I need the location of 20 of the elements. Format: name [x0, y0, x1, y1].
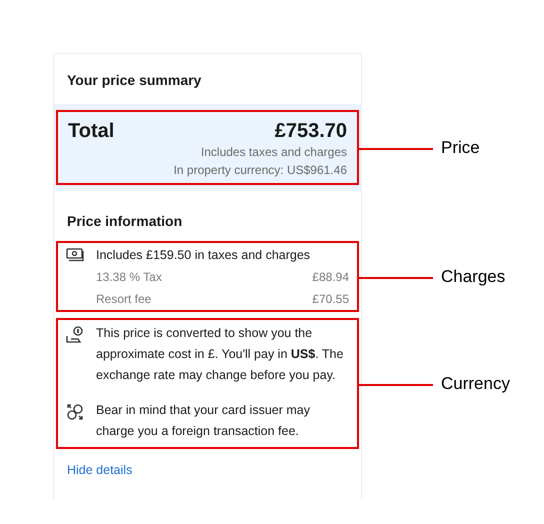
card-title: Your price summary — [66, 71, 202, 90]
price-note: In property currency: US$961.46 — [174, 163, 347, 177]
hide-details-link[interactable]: Hide details — [67, 463, 132, 477]
charge-amount: £88.94 — [312, 269, 349, 286]
currency-exchange-icon — [66, 403, 84, 421]
hand-coin-icon — [66, 326, 84, 344]
price-note: Includes taxes and charges — [200, 145, 347, 159]
total-label: Total — [68, 120, 114, 143]
charges-heading: Includes £159.50 in taxes and charges — [96, 247, 312, 264]
annotation-label: Price — [441, 138, 480, 158]
annotation-label: Charges — [441, 266, 506, 286]
currency-note: This price is converted to show you the approximate cost in £. You'll pay in US$. The exchange rate may change before you pay. — [96, 325, 344, 384]
section-title: Price information — [66, 212, 184, 231]
charge-amount: £70.55 — [312, 291, 349, 308]
annotation-label: Currency — [441, 374, 510, 394]
charge-name: 13.38 % Tax — [96, 269, 162, 286]
banknote-icon — [66, 248, 84, 262]
currency-note: Bear in mind that your card issuer may charge you a foreign transaction fee. — [96, 402, 311, 440]
total-price: £753.70 — [274, 120, 347, 143]
charge-name: Resort fee — [96, 291, 152, 308]
